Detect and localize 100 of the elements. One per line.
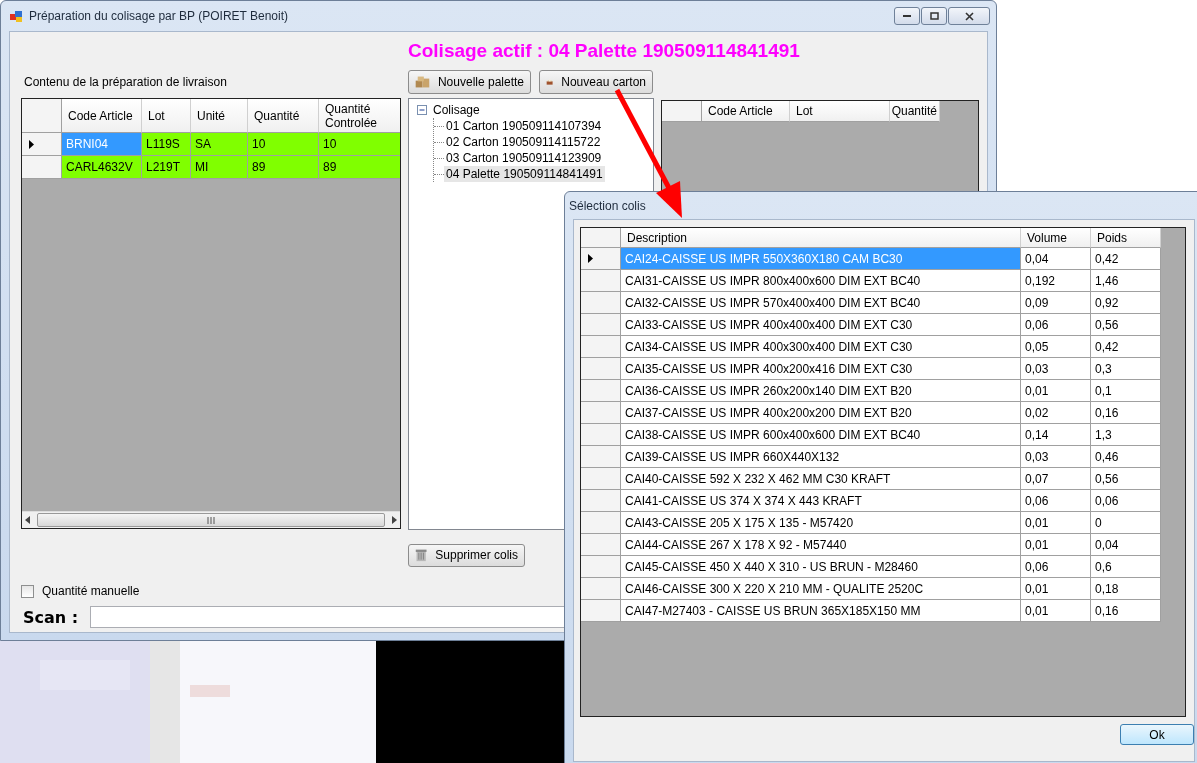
table-cell: 0,03 [1021, 446, 1091, 468]
minimize-icon [903, 14, 911, 18]
table-cell: 0,56 [1091, 314, 1161, 336]
table-cell: 0,02 [1021, 402, 1091, 424]
table-cell: 0,16 [1091, 402, 1161, 424]
table-cell: 0,05 [1021, 336, 1091, 358]
table-cell: CAI33-CAISSE US IMPR 400x400x400 DIM EXT C30 [621, 314, 1021, 336]
table-cell: 0,46 [1091, 446, 1161, 468]
table-cell: 0,18 [1091, 578, 1161, 600]
checkbox[interactable] [21, 584, 34, 598]
restore-icon [929, 12, 939, 20]
table-cell: 0,1 [1091, 380, 1161, 402]
table-cell: 89 [319, 156, 400, 179]
column-header[interactable]: Unité [191, 99, 248, 133]
table-cell: 0,92 [1091, 292, 1161, 314]
table-cell: 0,09 [1021, 292, 1091, 314]
column-header[interactable]: Code Article [62, 99, 142, 133]
table-cell: 0,07 [1021, 468, 1091, 490]
new-carton-button[interactable]: Nouveau carton [539, 70, 653, 94]
grip-icon [207, 516, 215, 524]
table-cell: 0,06 [1091, 490, 1161, 512]
table-cell: CAI37-CAISSE US IMPR 400x200x200 DIM EXT B20 [621, 402, 1021, 424]
table-cell: 1,3 [1091, 424, 1161, 446]
table-cell: 10 [248, 133, 319, 156]
checkbox-label: Quantité manuelle [41, 584, 140, 598]
dialog-title: Sélection colis [569, 198, 646, 213]
table-cell: CAI31-CAISSE US IMPR 800x400x600 DIM EXT BC40 [621, 270, 1021, 292]
column-header[interactable]: Poids [1091, 228, 1161, 248]
table-cell: 0 [1091, 512, 1161, 534]
table-cell: 89 [248, 156, 319, 179]
column-header[interactable]: Description [621, 228, 1021, 248]
table-cell: 0,01 [1021, 578, 1091, 600]
table-cell: CAI40-CAISSE 592 X 232 X 462 MM C30 KRAFT [621, 468, 1021, 490]
table-cell: 0,14 [1021, 424, 1091, 446]
table-cell: 0,01 [1021, 512, 1091, 534]
column-header[interactable]: Lot [790, 101, 890, 122]
table-cell: CAI36-CAISSE US IMPR 260x200x140 DIM EXT B20 [621, 380, 1021, 402]
table-cell: CAI24-CAISSE US IMPR 550X360X180 CAM BC30 [621, 248, 1021, 270]
table-cell: CAI46-CAISSE 300 X 220 X 210 MM - QUALITE 2520C [621, 578, 1021, 600]
corner-header[interactable] [662, 101, 702, 122]
collapse-icon[interactable] [417, 104, 428, 116]
row-header[interactable] [581, 248, 621, 270]
table-cell: 0,01 [1021, 380, 1091, 402]
table-cell: CAI38-CAISSE US IMPR 600x400x600 DIM EXT BC40 [621, 424, 1021, 446]
table-cell: 0,42 [1091, 336, 1161, 358]
table-cell: L119S [142, 133, 191, 156]
table-cell: 0,04 [1021, 248, 1091, 270]
table-cell: 0,01 [1021, 534, 1091, 556]
maximize-button[interactable] [921, 7, 947, 25]
column-header[interactable]: Quantité Controlée [319, 99, 400, 133]
ok-button[interactable]: Ok [1120, 724, 1194, 745]
table-cell: 0,01 [1021, 600, 1091, 622]
table-cell: 0,6 [1091, 556, 1161, 578]
table-cell: 0,06 [1021, 490, 1091, 512]
app-icon [9, 9, 23, 23]
table-cell: 0,56 [1091, 468, 1161, 490]
table-cell: CAI45-CAISSE 450 X 440 X 310 - US BRUN - M28460 [621, 556, 1021, 578]
tree-item[interactable]: 01 Carton 190509114107394 [444, 118, 604, 134]
table-cell: CAI35-CAISSE US IMPR 400x200x416 DIM EXT C30 [621, 358, 1021, 380]
content-label: Contenu de la préparation de livraison [23, 75, 228, 89]
scan-label: Scan : [23, 607, 79, 627]
row-header[interactable] [22, 133, 62, 156]
window-title: Préparation du colisage par BP (POIRET Benoit) [29, 9, 289, 23]
table-cell: 0,06 [1021, 556, 1091, 578]
minimize-button[interactable] [894, 7, 920, 25]
table-cell: MI [191, 156, 248, 179]
close-button[interactable] [948, 7, 990, 25]
horizontal-scrollbar[interactable] [22, 511, 400, 528]
table-cell: CAI41-CAISSE US 374 X 374 X 443 KRAFT [621, 490, 1021, 512]
table-cell: CAI44-CAISSE 267 X 178 X 92 - M57440 [621, 534, 1021, 556]
tree-item[interactable]: 02 Carton 190509114115722 [444, 134, 603, 150]
column-header[interactable]: Volume [1021, 228, 1091, 248]
column-header[interactable]: Quantité [248, 99, 319, 133]
table-cell: 0,16 [1091, 600, 1161, 622]
current-row-icon [28, 139, 36, 149]
table-cell: L219T [142, 156, 191, 179]
delete-package-button[interactable]: Supprimer colis [408, 543, 525, 567]
tree-item[interactable]: 04 Palette 190509114841491 [444, 166, 605, 182]
current-row-icon [587, 254, 595, 263]
tree-item[interactable]: Colisage [431, 102, 482, 118]
table-cell: 10 [319, 133, 400, 156]
table-cell: SA [191, 133, 248, 156]
column-header[interactable]: Lot [142, 99, 191, 133]
column-header[interactable]: Code Article [702, 101, 790, 122]
table-cell: 0,192 [1021, 270, 1091, 292]
column-header[interactable]: Quantité [890, 101, 940, 122]
table-cell: CAI43-CAISSE 205 X 175 X 135 - M57420 [621, 512, 1021, 534]
table-cell: CAI47-M27403 - CAISSE US BRUN 365X185X150 MM [621, 600, 1021, 622]
table-cell: CAI34-CAISSE US IMPR 400x300x400 DIM EXT C30 [621, 336, 1021, 358]
close-icon [964, 11, 974, 21]
active-packing-title: Colisage actif : 04 Palette 190509114841491 [408, 39, 801, 62]
table-cell: CARL4632V [62, 156, 142, 179]
table-cell: 0,06 [1021, 314, 1091, 336]
table-cell: 0,42 [1091, 248, 1161, 270]
table-cell: 0,04 [1091, 534, 1161, 556]
table-cell: CAI39-CAISSE US IMPR 660X440X132 [621, 446, 1021, 468]
table-cell: CAI32-CAISSE US IMPR 570x400x400 DIM EXT BC40 [621, 292, 1021, 314]
new-pallet-button[interactable]: Nouvelle palette [408, 70, 531, 94]
tree-item[interactable]: 03 Carton 190509114123909 [444, 150, 604, 166]
table-cell: 1,46 [1091, 270, 1161, 292]
